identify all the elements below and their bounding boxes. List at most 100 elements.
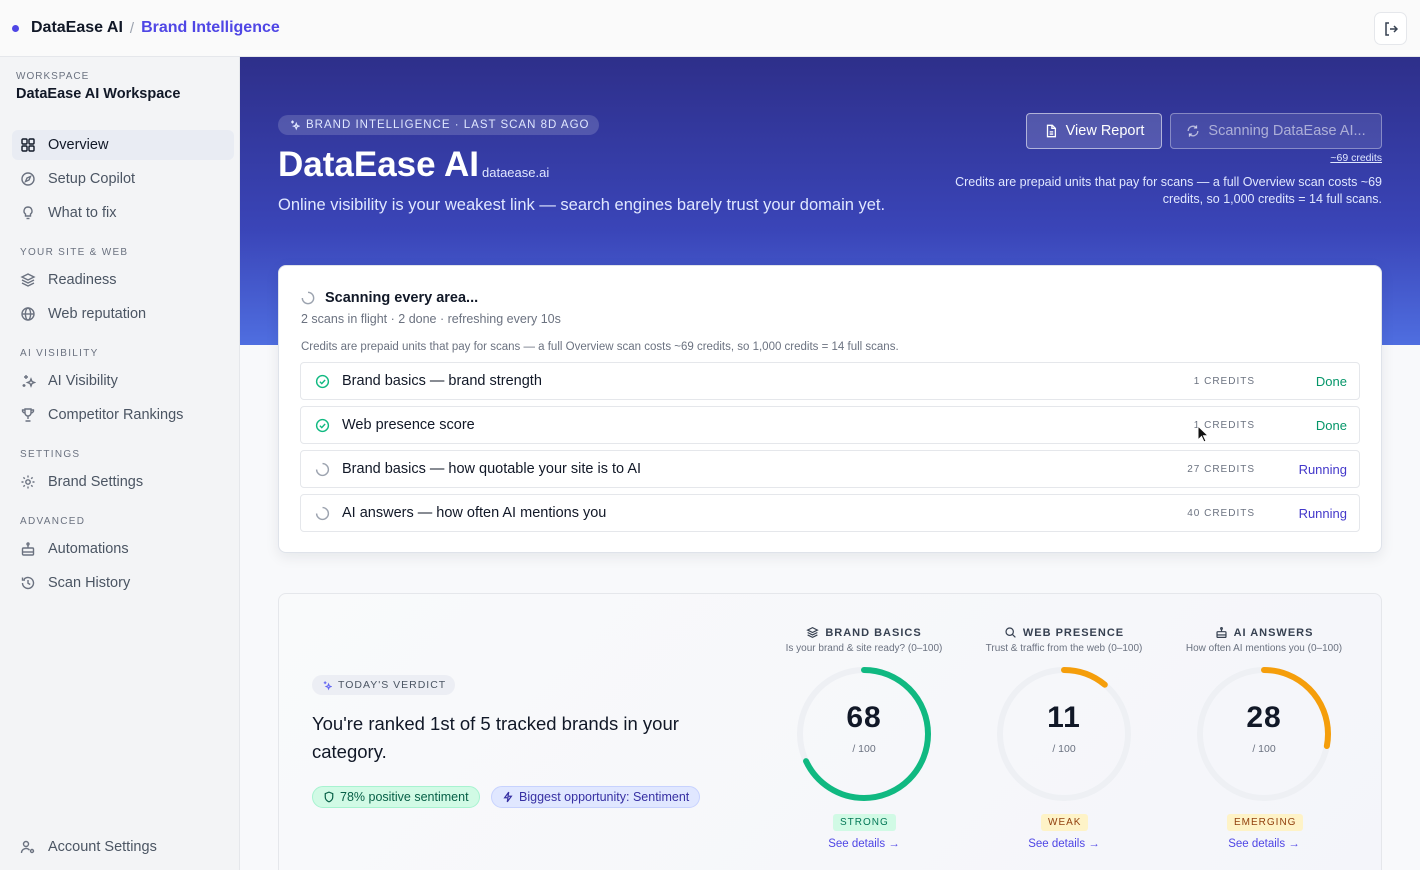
metric-title: WEB PRESENCE — [964, 626, 1164, 639]
sidebar-item-scan-history[interactable]: Scan History — [12, 568, 234, 598]
metric-subtitle: How often AI mentions you (0–100) — [1185, 643, 1343, 654]
hero-badge: BRAND INTELLIGENCE · LAST SCAN 8D AGO — [278, 115, 600, 135]
metric-title-text: AI ANSWERS — [1233, 626, 1314, 639]
arrow-right-icon: → — [1088, 838, 1100, 850]
globe-icon — [20, 306, 36, 322]
grid-icon — [20, 137, 36, 153]
robot-icon — [1215, 626, 1228, 639]
metric-title-text: BRAND BASICS — [825, 626, 922, 639]
check-circle-icon — [315, 418, 330, 433]
metric-denominator: / 100 — [1252, 743, 1276, 755]
see-details-text: See details — [828, 838, 886, 850]
spinner-icon — [301, 291, 315, 305]
verdict-badge-text: TODAY'S VERDICT — [338, 679, 447, 691]
scan-row-status: Running — [1298, 505, 1347, 521]
brand-dot-icon — [12, 24, 19, 32]
sidebar-item-automations[interactable]: Automations — [12, 534, 234, 564]
arrow-right-icon: → — [1288, 838, 1300, 850]
view-report-button[interactable]: View Report — [1026, 113, 1162, 149]
see-details-link[interactable]: See details → — [1164, 838, 1364, 850]
logout-button[interactable] — [1374, 12, 1407, 45]
opportunity-pill: Biggest opportunity: Sentiment — [491, 786, 701, 808]
check-circle-icon — [315, 374, 330, 389]
sparkles-icon — [288, 119, 300, 131]
metric-subtitle: Trust & traffic from the web (0–100) — [985, 643, 1143, 654]
verdict-badge: TODAY'S VERDICT — [312, 675, 456, 695]
scanning-button-label: Scanning DataEase AI... — [1208, 123, 1366, 139]
spinner-icon — [315, 462, 330, 477]
sidebar-item-label: AI Visibility — [48, 373, 118, 389]
nav-group-settings: SETTINGS — [20, 449, 81, 460]
scanning-button[interactable]: Scanning DataEase AI... — [1170, 113, 1382, 149]
sidebar-item-label: Brand Settings — [48, 474, 144, 490]
shield-icon — [323, 791, 335, 803]
sidebar-item-brand-settings[interactable]: Brand Settings — [12, 467, 234, 497]
sidebar-item-label: Automations — [48, 541, 129, 557]
scan-row-credits: 27 CREDITS — [1187, 463, 1255, 475]
verdict-card: TODAY'S VERDICT You're ranked 1st of 5 t… — [278, 593, 1382, 870]
search-icon — [1004, 626, 1017, 639]
scan-title: Scanning every area... — [301, 290, 478, 306]
nav-group-ai-visibility: AI VISIBILITY — [20, 348, 99, 359]
nav-group-site-web: YOUR SITE & WEB — [20, 247, 129, 258]
sidebar-item-overview[interactable]: Overview — [12, 130, 234, 160]
sidebar-item-label: Competitor Rankings — [48, 407, 184, 423]
see-details-text: See details — [1028, 838, 1086, 850]
metric-brand-basics: BRAND BASICS Is your brand & site ready?… — [764, 626, 964, 866]
layers-icon — [806, 626, 820, 639]
compass-icon — [20, 171, 36, 187]
scan-credits-note: Credits are prepaid units that pay for s… — [301, 341, 899, 353]
breadcrumb-separator: / — [129, 19, 135, 37]
see-details-link[interactable]: See details → — [964, 838, 1164, 850]
scan-title-text: Scanning every area... — [325, 290, 479, 306]
sidebar-item-setup-copilot[interactable]: Setup Copilot — [12, 164, 234, 194]
sidebar: WORKSPACE DataEase AI Workspace Overview… — [0, 57, 240, 870]
scan-row-status: Done — [1315, 373, 1347, 389]
arrow-right-icon: → — [888, 838, 900, 850]
scan-row: Brand basics — brand strength 1 CREDITS … — [300, 362, 1360, 400]
metric-title-text: WEB PRESENCE — [1022, 626, 1125, 639]
spinner-icon — [315, 506, 330, 521]
app-name[interactable]: DataEase AI — [31, 19, 123, 37]
scan-meta: 2 scans in flight · 2 done · refreshing … — [301, 312, 561, 326]
metric-web-presence: WEB PRESENCE Trust & traffic from the we… — [964, 626, 1164, 866]
sentiment-pill: 78% positive sentiment — [312, 786, 480, 808]
scan-progress-card: Scanning every area... 2 scans in flight… — [278, 265, 1382, 553]
sidebar-item-web-reputation[interactable]: Web reputation — [12, 299, 234, 329]
sidebar-item-what-to-fix[interactable]: What to fix — [12, 198, 234, 228]
top-bar: DataEase AI / Brand Intelligence — [0, 0, 1420, 57]
credits-link[interactable]: ~69 credits — [1330, 152, 1382, 164]
metric-title: AI ANSWERS — [1164, 626, 1364, 639]
sidebar-item-competitor-rankings[interactable]: Competitor Rankings — [12, 400, 234, 430]
nav-group-advanced: ADVANCED — [20, 516, 86, 527]
sidebar-item-ai-visibility[interactable]: AI Visibility — [12, 366, 234, 396]
metric-score: 68 — [846, 701, 882, 734]
user-settings-icon — [20, 839, 36, 855]
metric-band: WEAK — [1041, 814, 1089, 831]
scan-row-label: AI answers — how often AI mentions you — [342, 505, 607, 521]
scan-row-credits: 40 CREDITS — [1187, 507, 1255, 519]
gear-icon — [20, 474, 36, 490]
metric-band: STRONG — [833, 814, 896, 831]
scan-row-status: Running — [1298, 461, 1347, 477]
metric-score: 28 — [1246, 701, 1282, 734]
sidebar-item-account-settings[interactable]: Account Settings — [12, 832, 234, 862]
robot-icon — [20, 541, 36, 557]
scan-row: AI answers — how often AI mentions you 4… — [300, 494, 1360, 532]
metric-score: 11 — [1047, 701, 1081, 734]
lightbulb-icon — [20, 205, 36, 221]
sparkles-icon — [20, 373, 36, 389]
sidebar-item-readiness[interactable]: Readiness — [12, 265, 234, 295]
scan-row-credits: 1 CREDITS — [1193, 375, 1255, 387]
sidebar-item-label: Setup Copilot — [48, 171, 136, 187]
sidebar-item-label: Web reputation — [48, 306, 147, 322]
scan-row-label: Web presence score — [342, 417, 475, 433]
see-details-link[interactable]: See details → — [764, 838, 964, 850]
sidebar-item-label: Account Settings — [48, 839, 157, 855]
sidebar-item-label: What to fix — [48, 205, 117, 221]
document-icon — [1044, 124, 1058, 138]
workspace-name[interactable]: DataEase AI Workspace — [16, 86, 180, 102]
metric-denominator: / 100 — [852, 743, 876, 755]
breadcrumb-current[interactable]: Brand Intelligence — [141, 19, 280, 37]
metric-denominator: / 100 — [1052, 743, 1076, 755]
